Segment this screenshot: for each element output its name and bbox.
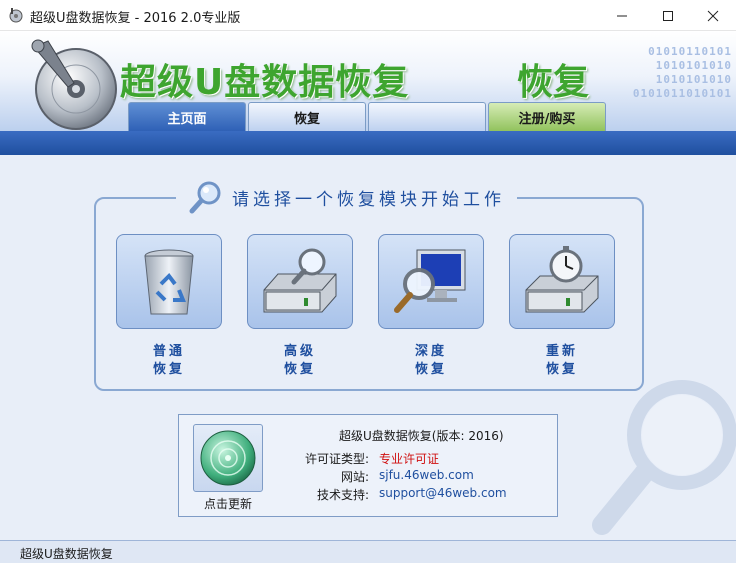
re-recover-label: 重新 恢复: [545, 344, 578, 377]
tab-register-buy[interactable]: 注册/购买: [488, 102, 606, 132]
deep-recover-label: 深度 恢复: [414, 344, 447, 377]
deep-recover-button[interactable]: [378, 234, 484, 329]
brand-title-fragment: 恢复: [517, 62, 590, 103]
website-link[interactable]: sjfu.46web.com: [379, 468, 474, 485]
tab-blank[interactable]: [368, 102, 486, 132]
drive-search-icon: [263, 248, 337, 312]
title-bar: 超级U盘数据恢复 - 2016 2.0专业版: [0, 0, 736, 31]
support-key: 技术支持:: [316, 488, 369, 502]
minimize-icon: [617, 15, 627, 16]
website-row: 网站: sjfu.46web.com: [277, 468, 557, 485]
brand-title: 超级U盘数据恢复: [120, 62, 410, 103]
hard-disk-logo-icon: [31, 39, 117, 130]
update-button[interactable]: [193, 424, 263, 492]
normal-recover-button[interactable]: [116, 234, 222, 329]
magnifier-icon: [189, 181, 221, 214]
tab-underline-bar: [0, 131, 736, 155]
tab-recover[interactable]: 恢复: [248, 102, 366, 132]
minimize-button[interactable]: [599, 0, 645, 31]
update-label: 点击更新: [203, 497, 252, 511]
window-title: 超级U盘数据恢复 - 2016 2.0专业版: [30, 11, 241, 26]
maximize-icon: [663, 10, 673, 21]
version-text: 超级U盘数据恢复(版本: 2016): [339, 429, 504, 443]
main-content: 请选择一个恢复模块开始工作 普通 恢复 高级 恢复 深度 恢复 重新 恢复 点击…: [0, 155, 736, 540]
support-link[interactable]: support@46web.com: [379, 486, 507, 503]
advanced-recover-label: 高级 恢复: [283, 344, 316, 377]
magnifier-decoration-icon: [592, 380, 736, 535]
close-icon: [707, 10, 719, 21]
advanced-recover-button[interactable]: [247, 234, 353, 329]
update-disc-icon: [200, 430, 256, 486]
support-row: 技术支持: support@46web.com: [277, 486, 557, 503]
drive-stopwatch-icon: [525, 245, 599, 312]
status-text: 超级U盘数据恢复: [20, 547, 113, 561]
recycle-bin-icon: [144, 249, 194, 314]
close-button[interactable]: [690, 0, 736, 31]
status-bar: 超级U盘数据恢复: [0, 540, 736, 563]
binary-decoration: 01010110101 1010101010 1010101010 010101…: [632, 45, 732, 100]
website-key: 网站:: [340, 470, 369, 484]
tab-main-page[interactable]: 主页面: [128, 102, 246, 132]
app-icon: [9, 8, 23, 23]
license-value: 专业许可证: [379, 452, 440, 466]
module-title-bar: 请选择一个恢复模块开始工作: [176, 177, 517, 217]
normal-recover-label: 普通 恢复: [152, 344, 185, 377]
re-recover-button[interactable]: [509, 234, 615, 329]
maximize-button[interactable]: [645, 0, 691, 31]
license-row: 许可证类型: 专业许可证: [277, 450, 557, 467]
module-title: 请选择一个恢复模块开始工作: [232, 189, 505, 210]
monitor-search-icon: [394, 249, 466, 313]
version-info-panel: 点击更新 超级U盘数据恢复(版本: 2016) 许可证类型: 专业许可证 网站:…: [178, 414, 558, 517]
license-key: 许可证类型:: [304, 452, 369, 466]
